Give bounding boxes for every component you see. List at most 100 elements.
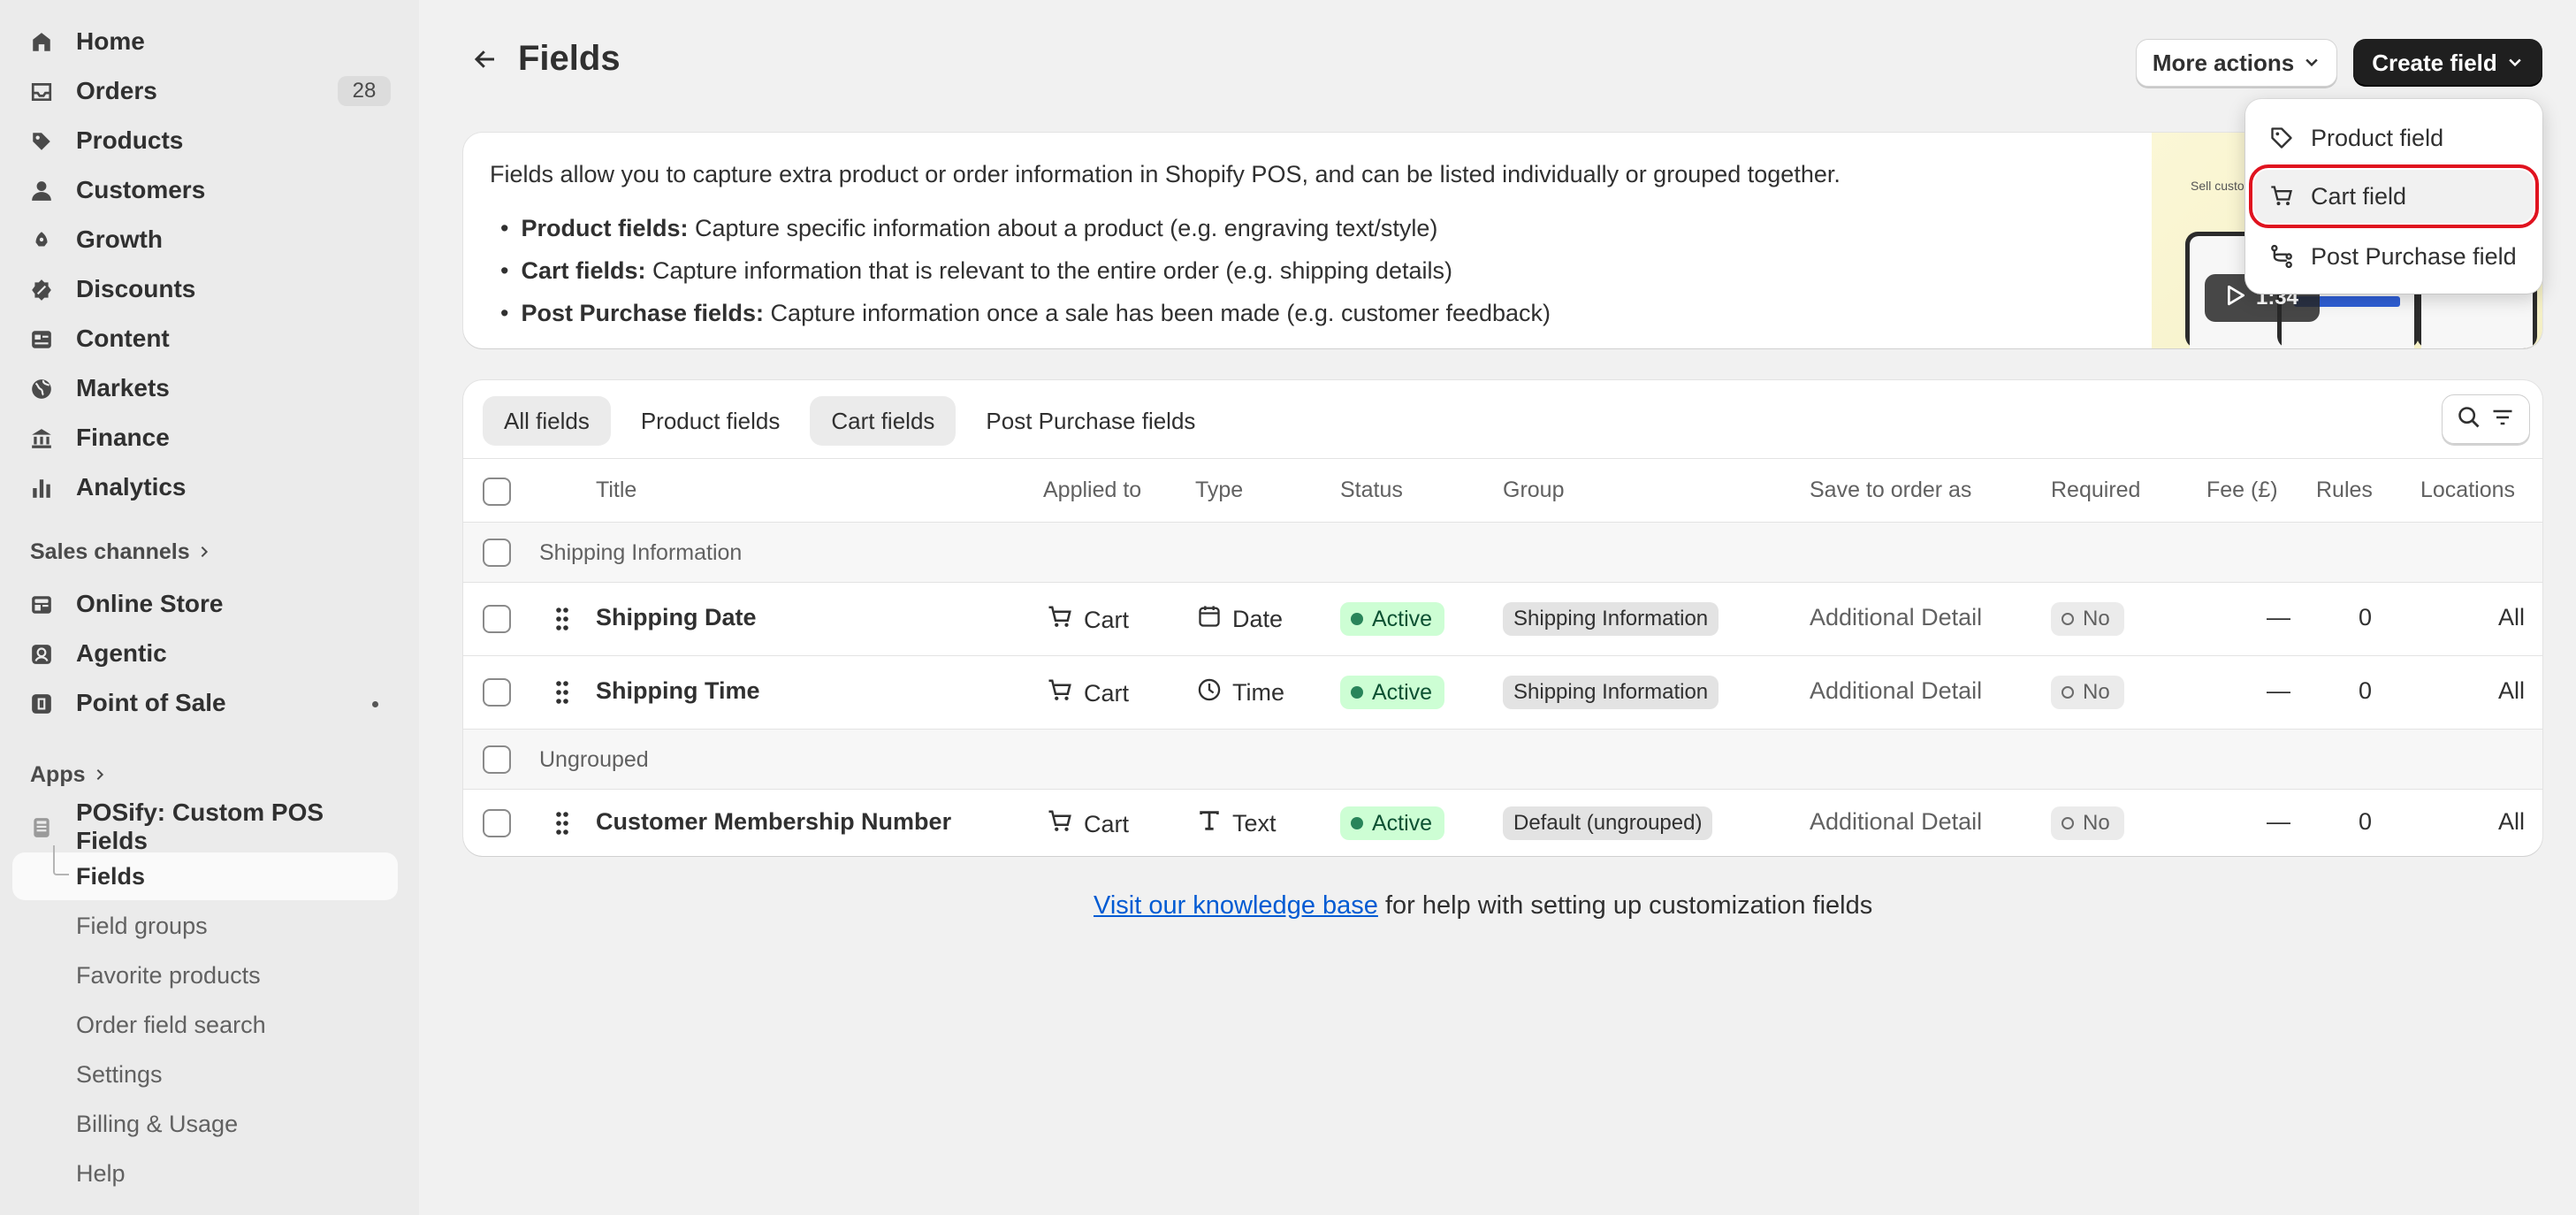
menu-item-cart-field[interactable]: Cart field [2249, 164, 2539, 228]
required-text: No [2083, 811, 2110, 835]
tab-all-fields[interactable]: All fields [483, 396, 611, 446]
menu-item-label: Cart field [2311, 182, 2407, 210]
field-title[interactable]: Shipping Time [596, 677, 760, 705]
app-icon [28, 814, 55, 841]
sidebar-item-discounts[interactable]: Discounts [12, 265, 398, 313]
back-button[interactable] [467, 42, 504, 80]
sidebar-item-finance[interactable]: Finance [12, 414, 398, 462]
column-header-rules[interactable]: Rules [2316, 478, 2373, 503]
bullet-text: Capture information once a sale has been… [764, 300, 1551, 326]
field-title[interactable]: Customer Membership Number [596, 808, 951, 836]
sidebar-subitem-favorite-products[interactable]: Favorite products [12, 951, 398, 999]
table-row[interactable]: Shipping Date Cart Date Active Shipping … [463, 583, 2542, 655]
info-bullet: Product fields: Capture specific informa… [500, 207, 1551, 249]
play-icon [2226, 285, 2245, 312]
sidebar-item-products[interactable]: Products [12, 117, 398, 164]
sidebar: Home Orders 28 Products Customers Growth… [0, 0, 419, 1215]
row-checkbox[interactable] [483, 678, 511, 707]
arrow-left-icon [472, 46, 499, 77]
column-header-title[interactable]: Title [596, 478, 636, 503]
drag-handle-icon[interactable] [553, 680, 571, 705]
menu-item-post-purchase-field[interactable]: Post Purchase field [2254, 230, 2534, 283]
column-header-locations[interactable]: Locations [2420, 478, 2515, 503]
sidebar-item-point-of-sale[interactable]: Point of Sale [12, 679, 398, 727]
sidebar-item-label: POSify: Custom POS Fields [76, 799, 324, 854]
apps-heading[interactable]: Apps [30, 762, 107, 788]
create-field-menu: Product field Cart field Post Purchase f… [2245, 99, 2542, 294]
sidebar-subitem-fields[interactable]: Fields [12, 845, 398, 900]
drag-handle-icon[interactable] [553, 811, 571, 836]
row-checkbox[interactable] [483, 605, 511, 633]
search-filter-button[interactable] [2442, 394, 2530, 444]
sidebar-subitem-help[interactable]: Help [12, 1150, 398, 1197]
group-checkbox[interactable] [483, 745, 511, 774]
bullet-term: Post Purchase fields: [521, 300, 765, 326]
table-row[interactable]: Shipping Time Cart Time Active Shipping … [463, 656, 2542, 729]
required-badge: No [2051, 602, 2124, 636]
sidebar-item-markets[interactable]: Markets [12, 364, 398, 412]
sidebar-subitem-order-field-search[interactable]: Order field search [12, 1001, 398, 1049]
locations-cell: All [2498, 604, 2526, 630]
field-title[interactable]: Shipping Date [596, 604, 757, 631]
group-checkbox[interactable] [483, 539, 511, 567]
drag-handle-icon[interactable] [553, 607, 571, 631]
select-all-checkbox[interactable] [483, 478, 511, 506]
knowledge-base-link[interactable]: Visit our knowledge base [1094, 891, 1378, 920]
chevron-down-icon [2506, 50, 2524, 77]
sidebar-subitem-field-groups[interactable]: Field groups [12, 902, 398, 950]
rules-cell: 0 [2359, 677, 2373, 704]
locations-cell: All [2498, 808, 2526, 835]
column-header-save-as[interactable]: Save to order as [1810, 478, 1971, 503]
sidebar-subitem-label: Favorite products [76, 961, 261, 989]
applied-to-cell: Cart [1047, 808, 1129, 841]
sidebar-subitem-billing[interactable]: Billing & Usage [12, 1100, 398, 1148]
tab-cart-fields[interactable]: Cart fields [810, 396, 956, 446]
create-field-button[interactable]: Create field [2353, 39, 2542, 87]
sidebar-item-home[interactable]: Home [12, 18, 398, 65]
menu-item-label: Post Purchase field [2311, 242, 2517, 270]
group-badge: Default (ungrouped) [1503, 806, 1713, 840]
column-header-status[interactable]: Status [1340, 478, 1403, 503]
sidebar-item-agentic[interactable]: Agentic [12, 630, 398, 677]
column-header-required[interactable]: Required [2051, 478, 2140, 503]
sidebar-item-analytics[interactable]: Analytics [12, 463, 398, 511]
sidebar-item-label: Online Store [76, 590, 224, 617]
sidebar-item-orders[interactable]: Orders 28 [12, 67, 398, 115]
menu-item-product-field[interactable]: Product field [2254, 111, 2534, 164]
sidebar-subitem-label: Settings [76, 1060, 163, 1088]
sidebar-item-label: Orders [76, 77, 157, 104]
info-bullet-list: Product fields: Capture specific informa… [500, 207, 1551, 334]
sidebar-subitem-settings[interactable]: Settings [12, 1051, 398, 1098]
column-header-type[interactable]: Type [1195, 478, 1243, 503]
status-text: Active [1372, 606, 1433, 631]
content-icon [28, 326, 55, 353]
more-actions-label: More actions [2152, 49, 2295, 76]
sidebar-item-posify-app[interactable]: POSify: Custom POS Fields [12, 799, 398, 854]
column-header-fee[interactable]: Fee (£) [2206, 478, 2278, 503]
apps-label: Apps [30, 762, 86, 787]
required-text: No [2083, 607, 2110, 630]
sidebar-item-online-store[interactable]: Online Store [12, 580, 398, 628]
sales-channels-label: Sales channels [30, 539, 190, 564]
agent-icon [28, 641, 55, 668]
tag-outline-icon [2268, 125, 2295, 151]
create-field-label: Create field [2372, 49, 2497, 76]
column-header-group[interactable]: Group [1503, 478, 1564, 503]
store-icon [28, 592, 55, 618]
help-footer-text: for help with setting up customization f… [1377, 891, 1873, 920]
sales-channels-heading[interactable]: Sales channels [30, 539, 211, 565]
tab-post-purchase-fields[interactable]: Post Purchase fields [964, 396, 1216, 446]
row-checkbox[interactable] [483, 809, 511, 837]
sidebar-item-label: Discounts [76, 275, 196, 302]
sidebar-item-customers[interactable]: Customers [12, 166, 398, 214]
rules-cell: 0 [2359, 604, 2373, 630]
type-text: Date [1232, 606, 1284, 632]
sidebar-item-content[interactable]: Content [12, 315, 398, 363]
sidebar-item-growth[interactable]: Growth [12, 216, 398, 264]
sidebar-subitem-label: Billing & Usage [76, 1110, 239, 1137]
column-header-applied-to[interactable]: Applied to [1043, 478, 1141, 503]
more-actions-button[interactable]: More actions [2136, 39, 2337, 87]
text-icon [1197, 808, 1222, 839]
tab-product-fields[interactable]: Product fields [620, 396, 802, 446]
table-row[interactable]: Customer Membership Number Cart Text Act… [463, 790, 2542, 856]
